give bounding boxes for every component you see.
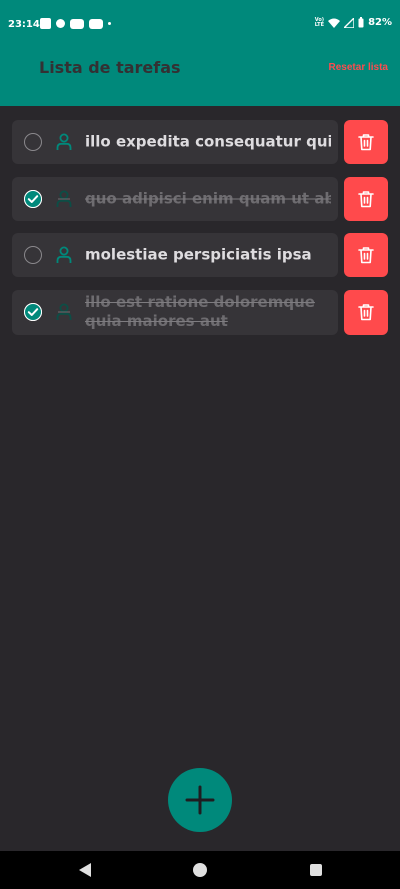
add-task-button[interactable] [168, 768, 232, 832]
delete-button[interactable] [344, 233, 388, 277]
person-icon [56, 133, 72, 150]
wifi-icon [328, 18, 341, 28]
delete-button[interactable] [344, 176, 388, 221]
network-label: LTE [314, 21, 324, 28]
person-icon [56, 190, 72, 207]
linkedin-icon [40, 18, 51, 29]
checkbox[interactable] [24, 246, 42, 264]
dot-icon [108, 22, 111, 25]
plus-icon [185, 785, 215, 815]
person-icon [56, 303, 72, 320]
reset-list-button[interactable]: Resetar lista [329, 62, 388, 73]
status-time: 23:14 [8, 19, 40, 30]
page-title: Lista de tarefas [39, 58, 181, 77]
trash-icon [358, 247, 374, 264]
status-bar: 23:14 Vo) LTE 82% [0, 0, 400, 48]
delete-button[interactable] [344, 289, 388, 335]
home-icon[interactable] [193, 863, 207, 877]
check-icon [24, 303, 42, 321]
person-icon [56, 246, 72, 263]
app-screen: 23:14 Vo) LTE 82% Lista de tarefas Reseta… [0, 0, 400, 889]
app-header: 23:14 Vo) LTE 82% Lista de tarefas Reseta… [0, 0, 400, 106]
task-item: molestiae perspiciatis ipsa [12, 233, 388, 277]
trash-icon [358, 134, 374, 151]
task-card[interactable]: illo expedita consequatur quia in [12, 120, 338, 164]
task-text: illo est ratione doloremque quia maiores… [85, 293, 315, 330]
back-icon[interactable] [78, 862, 92, 878]
recents-icon[interactable] [310, 864, 322, 876]
trash-icon [358, 304, 374, 321]
trash-icon [358, 190, 374, 207]
task-item: illo expedita consequatur quia in [12, 120, 388, 164]
delete-button[interactable] [344, 120, 388, 164]
task-text: illo expedita consequatur quia in [85, 132, 331, 151]
signal-icon [344, 17, 355, 28]
task-card[interactable]: molestiae perspiciatis ipsa [12, 233, 338, 277]
task-text: molestiae perspiciatis ipsa [85, 245, 312, 264]
task-card[interactable]: quo adipisci enim quam ut ab [12, 176, 338, 221]
check-icon [24, 189, 42, 208]
checkbox[interactable] [24, 133, 42, 151]
youtube-icon [70, 18, 84, 29]
battery-level: 82% [368, 17, 392, 28]
youtube-icon [89, 18, 103, 29]
checkbox-checked[interactable] [24, 303, 42, 321]
checkbox-checked[interactable] [24, 189, 42, 208]
task-item: illo est ratione doloremque quia maiores… [12, 289, 388, 335]
navigation-bar [0, 851, 400, 889]
app-icon [56, 19, 65, 28]
task-text: quo adipisci enim quam ut ab [85, 189, 331, 207]
task-card[interactable]: illo est ratione doloremque quia maiores… [12, 289, 338, 335]
notification-icons [40, 18, 111, 29]
volte-icon: Vo) LTE [314, 16, 325, 28]
task-list: illo expedita consequatur quia in [12, 120, 388, 347]
task-item: quo adipisci enim quam ut ab [12, 176, 388, 221]
system-icons: Vo) LTE 82% [315, 17, 392, 28]
battery-icon [358, 17, 364, 28]
